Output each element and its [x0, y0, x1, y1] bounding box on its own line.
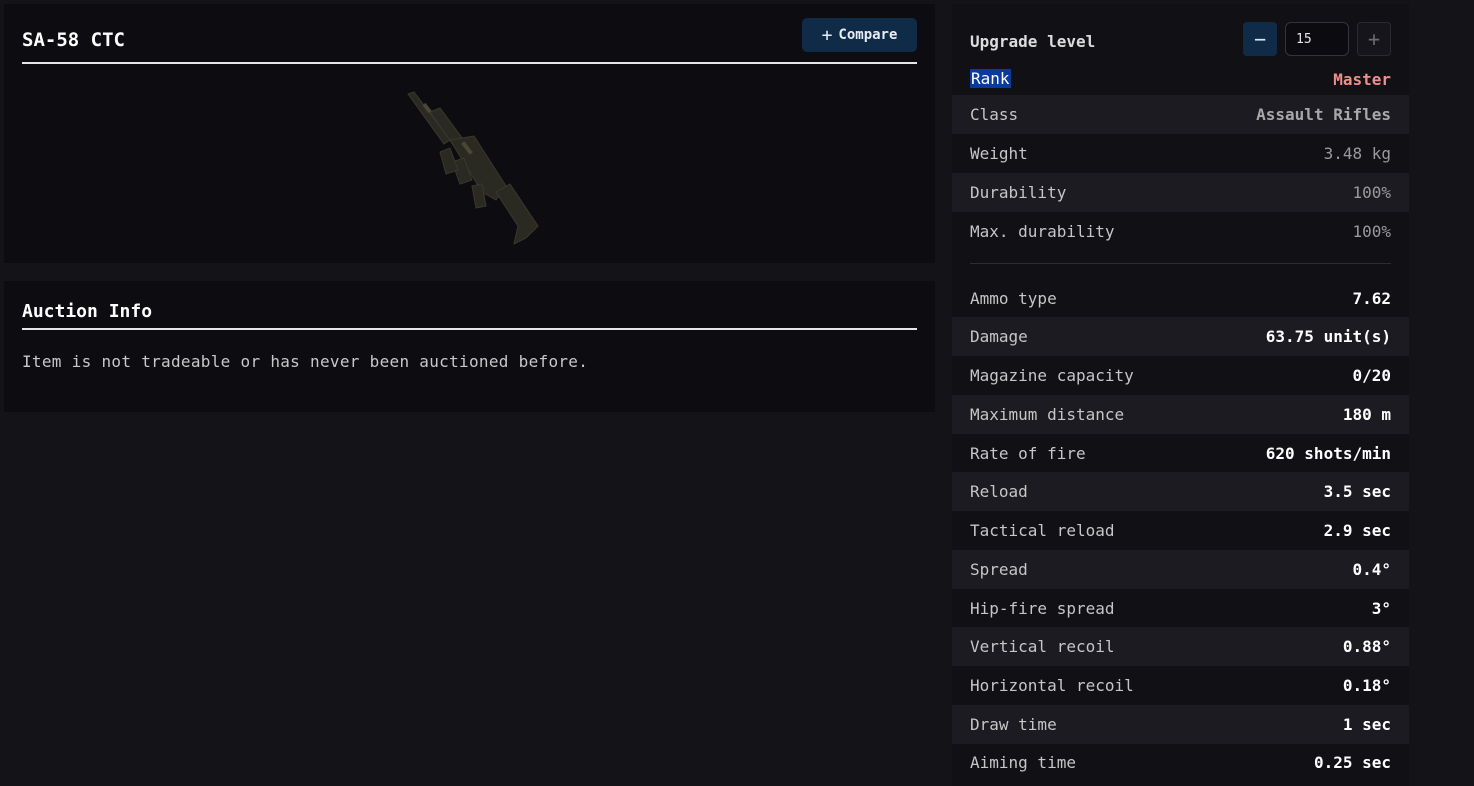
auction-panel: Auction Info Item is not tradeable or ha… [4, 281, 935, 412]
upgrade-level-row: Upgrade level − + [970, 22, 1391, 58]
assault-rifle-image [407, 91, 539, 245]
stat-row-vertical-recoil: Vertical recoil 0.88° [952, 627, 1409, 666]
stat-row-durability: Durability 100% [952, 173, 1409, 212]
stat-row-magazine-capacity: Magazine capacity 0/20 [952, 356, 1409, 395]
item-title: SA-58 CTC [22, 29, 125, 51]
stats-panel: Upgrade level − + Rank Master Class Assa… [952, 4, 1409, 786]
auction-message: Item is not tradeable or has never been … [22, 352, 589, 371]
stat-row-aiming-time: Aiming time 0.25 sec [952, 743, 1409, 782]
stat-value: 0/20 [1352, 366, 1391, 385]
stat-label: Magazine capacity [970, 366, 1134, 385]
divider [970, 263, 1391, 264]
stat-label: Draw time [970, 715, 1057, 734]
stat-value: 100% [1352, 183, 1391, 202]
stat-label: Class [970, 105, 1019, 124]
stat-label: Aiming time [970, 753, 1076, 772]
stat-label: Ammo type [970, 289, 1057, 308]
stat-row-rate-of-fire: Rate of fire 620 shots/min [952, 434, 1409, 473]
plus-icon: + [1367, 27, 1381, 51]
stat-value: 0.88° [1342, 637, 1391, 656]
stat-row-maximum-distance: Maximum distance 180 m [952, 395, 1409, 434]
auction-header: Auction Info [22, 281, 917, 330]
stat-value: 180 m [1342, 405, 1391, 424]
stat-row-class: Class Assault Rifles [952, 95, 1409, 134]
rank-row: Rank Master [970, 66, 1391, 94]
stat-row-reload: Reload 3.5 sec [952, 472, 1409, 511]
rank-value: Master [1333, 70, 1391, 89]
upgrade-level-label: Upgrade level [970, 32, 1096, 51]
stat-label: Horizontal recoil [970, 676, 1134, 695]
compare-label: Compare [838, 27, 898, 43]
stat-value: Assault Rifles [1256, 105, 1391, 124]
stat-row-draw-time: Draw time 1 sec [952, 705, 1409, 744]
stat-value: 0.4° [1352, 560, 1391, 579]
stat-row-hip-fire-spread: Hip-fire spread 3° [952, 589, 1409, 628]
stat-row-weight: Weight 3.48 kg [952, 134, 1409, 173]
stat-label: Tactical reload [970, 521, 1115, 540]
stat-value: 3.48 kg [1323, 144, 1391, 163]
stat-row-horizontal-recoil: Horizontal recoil 0.18° [952, 666, 1409, 705]
stat-value: 63.75 unit(s) [1265, 327, 1391, 346]
stat-row-spread: Spread 0.4° [952, 550, 1409, 589]
stat-value: 1 sec [1342, 715, 1391, 734]
stat-value: 0.18° [1342, 676, 1391, 695]
stat-label: Max. durability [970, 222, 1115, 241]
stat-label: Durability [970, 183, 1067, 202]
stat-row-max-durability: Max. durability 100% [952, 212, 1409, 251]
upgrade-level-input[interactable] [1285, 22, 1349, 56]
item-panel: SA-58 CTC + Compare [4, 4, 935, 263]
stat-value: 0.25 sec [1313, 753, 1391, 772]
stat-label: Reload [970, 482, 1028, 501]
stat-value: 2.9 sec [1323, 521, 1391, 540]
decrease-button[interactable]: − [1243, 22, 1277, 56]
auction-title: Auction Info [22, 301, 153, 322]
stat-value: 620 shots/min [1265, 444, 1391, 463]
stat-label: Vertical recoil [970, 637, 1115, 656]
stat-value: 3.5 sec [1323, 482, 1391, 501]
stat-label: Rate of fire [970, 444, 1086, 463]
stat-row-ammo-type: Ammo type 7.62 [952, 279, 1409, 318]
stat-row-damage: Damage 63.75 unit(s) [952, 317, 1409, 356]
minus-icon: − [1253, 27, 1267, 51]
stat-value: 100% [1352, 222, 1391, 241]
stat-row-tactical-reload: Tactical reload 2.9 sec [952, 511, 1409, 550]
compare-button[interactable]: + Compare [802, 18, 917, 52]
item-header: SA-58 CTC + Compare [22, 4, 917, 64]
upgrade-stepper: − + [1243, 22, 1391, 58]
stat-label: Damage [970, 327, 1028, 346]
plus-icon: + [821, 24, 833, 46]
rank-label: Rank [970, 69, 1011, 88]
stat-label: Spread [970, 560, 1028, 579]
stat-value: 7.62 [1352, 289, 1391, 308]
increase-button[interactable]: + [1357, 22, 1391, 56]
stat-label: Maximum distance [970, 405, 1125, 424]
stat-value: 3° [1371, 599, 1391, 618]
stat-label: Weight [970, 144, 1028, 163]
stat-label: Hip-fire spread [970, 599, 1115, 618]
